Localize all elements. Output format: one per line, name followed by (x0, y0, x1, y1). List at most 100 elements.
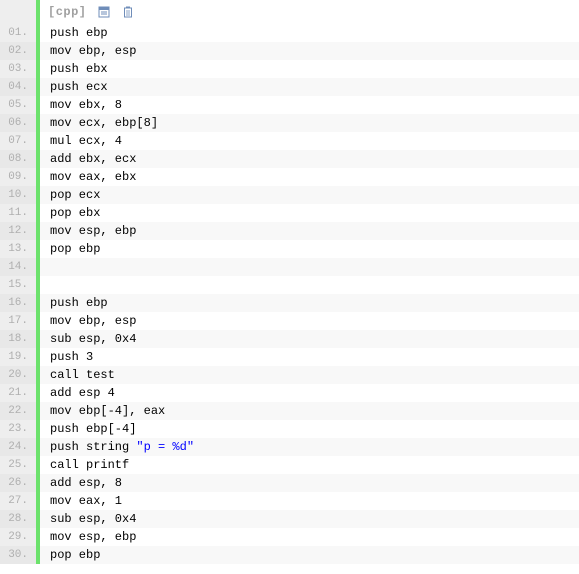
copy-icon[interactable] (121, 5, 135, 19)
code-line: 17.mov ebp, esp (0, 312, 579, 330)
code-token: add esp 4 (50, 386, 115, 400)
code-line: 29. mov esp, ebp (0, 528, 579, 546)
line-number: 23. (0, 420, 36, 438)
code-content[interactable]: mov ecx, ebp[8] (40, 114, 579, 132)
code-content[interactable]: mov ebx, 8 (40, 96, 579, 114)
code-line: 02.mov ebp, esp (0, 42, 579, 60)
line-number: 06. (0, 114, 36, 132)
line-number: 03. (0, 60, 36, 78)
code-content[interactable]: mov ebp, esp (40, 312, 579, 330)
code-content[interactable] (40, 276, 579, 294)
code-line: 06.mov ecx, ebp[8] (0, 114, 579, 132)
code-line: 14. (0, 258, 579, 276)
code-line: 27. mov eax, 1 (0, 492, 579, 510)
code-line: 05. mov ebx, 8 (0, 96, 579, 114)
code-content[interactable]: call printf (40, 456, 579, 474)
code-token: mov eax, ebx (50, 170, 136, 184)
code-line: 09.mov eax, ebx (0, 168, 579, 186)
code-content[interactable]: pop ebp (40, 240, 579, 258)
view-plain-icon[interactable] (97, 5, 111, 19)
code-line: 21.add esp 4 (0, 384, 579, 402)
code-line: 26. add esp, 8 (0, 474, 579, 492)
line-number: 07. (0, 132, 36, 150)
line-number: 26. (0, 474, 36, 492)
code-token: add esp, 8 (50, 476, 122, 490)
code-token: call printf (50, 458, 129, 472)
language-label: [cpp] (48, 5, 87, 19)
code-content[interactable]: mov eax, 1 (40, 492, 579, 510)
code-line: 11.pop ebx (0, 204, 579, 222)
line-number: 24. (0, 438, 36, 456)
code-content[interactable]: mov ebp[-4], eax (40, 402, 579, 420)
code-content[interactable]: push ecx (40, 78, 579, 96)
code-line: 28. sub esp, 0x4 (0, 510, 579, 528)
code-token: pop ecx (50, 188, 100, 202)
code-token: mov ebx, 8 (50, 98, 122, 112)
code-line: 15. (0, 276, 579, 294)
line-number: 13. (0, 240, 36, 258)
code-content[interactable]: sub esp, 0x4 (40, 510, 579, 528)
line-number: 12. (0, 222, 36, 240)
code-token: sub esp, 0x4 (50, 512, 136, 526)
code-token: pop ebx (50, 206, 100, 220)
code-token (50, 260, 64, 274)
code-line: 19.push 3 (0, 348, 579, 366)
code-content[interactable]: add esp 4 (40, 384, 579, 402)
code-token: push ebp (50, 296, 108, 310)
code-line: 22. mov ebp[-4], eax (0, 402, 579, 420)
line-number: 17. (0, 312, 36, 330)
line-number: 20. (0, 366, 36, 384)
code-line: 30.pop ebp (0, 546, 579, 564)
line-number: 29. (0, 528, 36, 546)
code-token: mov esp, ebp (50, 530, 136, 544)
code-token: mov eax, 1 (50, 494, 122, 508)
code-lines-container: 01.push ebp02.mov ebp, esp03.push ebx04.… (0, 24, 579, 564)
line-number: 28. (0, 510, 36, 528)
line-number: 05. (0, 96, 36, 114)
code-token: call test (50, 368, 115, 382)
line-number: 27. (0, 492, 36, 510)
code-content[interactable]: push ebp (40, 294, 579, 312)
line-number: 22. (0, 402, 36, 420)
code-line: 04.push ecx (0, 78, 579, 96)
code-token: mov ebp, esp (50, 44, 136, 58)
line-number: 01. (0, 24, 36, 42)
code-header: [cpp] (0, 0, 579, 24)
code-token: push ebx (50, 62, 108, 76)
code-content[interactable]: mov esp, ebp (40, 528, 579, 546)
code-content[interactable]: push ebp (40, 24, 579, 42)
code-content[interactable]: add ebx, ecx (40, 150, 579, 168)
code-content[interactable]: push ebx (40, 60, 579, 78)
code-content[interactable]: push ebp[-4] (40, 420, 579, 438)
code-content[interactable]: mov eax, ebx (40, 168, 579, 186)
code-content[interactable]: sub esp, 0x4 (40, 330, 579, 348)
code-line: 16. push ebp (0, 294, 579, 312)
code-block: [cpp] 01.push ebp02.mov ebp (0, 0, 579, 564)
code-content[interactable]: pop ebx (40, 204, 579, 222)
line-number: 08. (0, 150, 36, 168)
header-gutter (0, 0, 36, 24)
code-content[interactable]: mov esp, ebp (40, 222, 579, 240)
code-content[interactable]: push 3 (40, 348, 579, 366)
code-token: mov ebp[-4], eax (50, 404, 165, 418)
code-content[interactable]: pop ebp (40, 546, 579, 564)
code-token: sub esp, 0x4 (50, 332, 136, 346)
code-content[interactable]: mul ecx, 4 (40, 132, 579, 150)
line-number: 18. (0, 330, 36, 348)
code-token: push ebp[-4] (50, 422, 136, 436)
code-token: push ecx (50, 80, 108, 94)
code-content[interactable]: mov ebp, esp (40, 42, 579, 60)
code-line: 01.push ebp (0, 24, 579, 42)
line-number: 16. (0, 294, 36, 312)
line-number: 14. (0, 258, 36, 276)
code-content[interactable]: call test (40, 366, 579, 384)
code-line: 20. call test (0, 366, 579, 384)
code-content[interactable]: push string "p = %d" (40, 438, 579, 456)
code-line: 07.mul ecx, 4 (0, 132, 579, 150)
code-content[interactable] (40, 258, 579, 276)
code-token: pop ebp (50, 242, 100, 256)
code-token: mov esp, ebp (50, 224, 136, 238)
line-number: 30. (0, 546, 36, 564)
code-content[interactable]: add esp, 8 (40, 474, 579, 492)
code-content[interactable]: pop ecx (40, 186, 579, 204)
